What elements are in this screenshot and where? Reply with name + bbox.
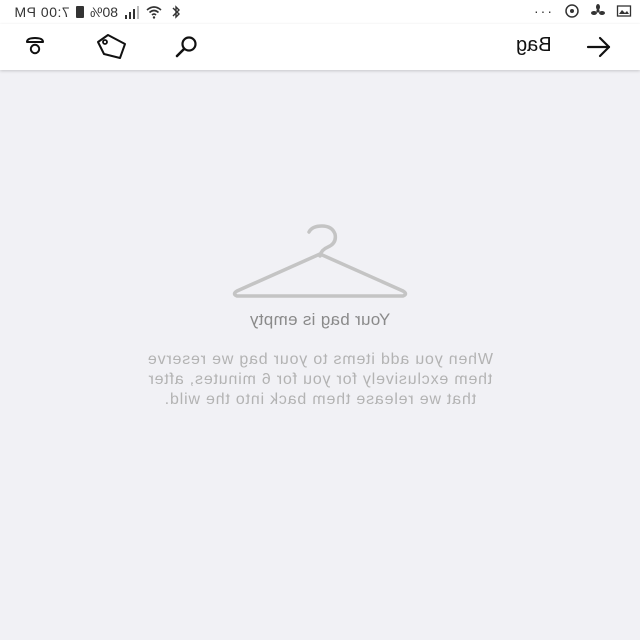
battery-level: 80%: [89, 4, 118, 20]
status-right-group: ···: [534, 3, 632, 19]
empty-bag-state: Your bag is empty When you add items to …: [0, 220, 640, 410]
page-title: Bag: [516, 34, 552, 56]
top-bar: Bag: [0, 24, 640, 70]
overflow-dots: ···: [534, 3, 554, 19]
profile-button[interactable]: [20, 32, 50, 62]
fan-icon: [590, 3, 606, 19]
saved-items-button[interactable]: [96, 32, 126, 62]
empty-bag-title: Your bag is empty: [249, 310, 391, 329]
image-icon: [616, 3, 632, 19]
hanger-icon: [232, 224, 408, 298]
status-time: 7:00 PM: [14, 4, 70, 20]
wifi-icon: [146, 4, 162, 20]
sync-icon: [564, 3, 580, 19]
back-button[interactable]: [584, 32, 614, 62]
battery-icon: [75, 6, 84, 18]
status-bar: 7:00 PM 80% ···: [0, 0, 640, 24]
status-left-group: 7:00 PM 80%: [14, 4, 184, 20]
empty-bag-description-line: them exclusively for you for 6 minutes, …: [147, 371, 493, 388]
bluetooth-icon: [168, 4, 184, 20]
tag-icon: [94, 32, 128, 62]
search-icon: [173, 33, 201, 61]
search-button[interactable]: [172, 32, 202, 62]
bag-screen: 7:00 PM 80% ··· Bag Your bag is empty Wh…: [0, 0, 640, 640]
signal-icon: [124, 4, 140, 20]
empty-bag-description: When you add items to your bag we reserv…: [50, 350, 590, 410]
empty-bag-description-line: that we release them back into the wild.: [163, 391, 477, 408]
profile-icon: [22, 34, 48, 60]
back-arrow-icon: [585, 35, 613, 59]
empty-bag-description-line: When you add items to your bag we reserv…: [147, 351, 493, 368]
